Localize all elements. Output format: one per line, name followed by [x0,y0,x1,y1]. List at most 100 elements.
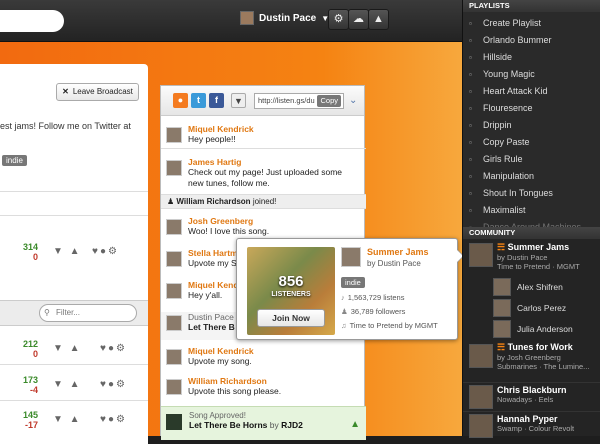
divider [0,215,148,216]
leave-broadcast-label: Leave Broadcast [72,87,133,96]
followers-stat: ♟ 36,789 followers [341,307,406,316]
filter-input[interactable]: ⚲ Filter... [39,304,137,322]
playlist-item[interactable]: ▫ Maximalist [463,202,600,219]
chat-message: William Richardson Upvote this song pleas… [161,376,366,397]
broadcast-avatar [341,247,361,267]
community-panel: COMMUNITY ☴ Summer Jams by Dustin Pace T… [463,227,600,438]
vote-actions[interactable]: ▼ ▲ [53,343,82,354]
divider [161,148,366,149]
search-input[interactable] [0,10,64,32]
avatar [469,243,493,267]
avatar [493,278,511,296]
playlist-item[interactable]: ▫ Create Playlist [463,15,600,32]
top-bar: Dustin Pace ▼ ⚙ ☁ ▲ [0,0,462,42]
twitter-icon[interactable]: t [191,93,206,108]
avatar [166,379,182,395]
playlist-item[interactable]: ▫ Copy Paste [463,134,600,151]
vote-actions[interactable]: ▼ ▲ [53,246,82,257]
join-now-button[interactable]: Join Now [257,309,325,327]
chat-message: Josh Greenberg Woo! I love this song. [161,216,366,237]
avatar [469,414,493,438]
community-user[interactable]: Hannah Pyper Swamp · Colour Revolt [463,411,600,438]
share-bar: ● t f ▼ http://listen.gs/du Copy ⌄ [161,86,364,116]
playlist-icon: ▫ [469,70,472,79]
listen-share-icon[interactable]: ● [173,93,188,108]
community-member[interactable]: Alex Shifren [493,276,563,298]
thumbs-up-icon[interactable]: ▲ [350,419,360,430]
playlist-item[interactable]: ▫ Heart Attack Kid [463,83,600,100]
more-dropdown-icon[interactable]: ▼ [231,93,246,108]
playlist-item[interactable]: ▫ Girls Rule [463,151,600,168]
vote-actions[interactable]: ▼ ▲ [53,414,82,425]
vote-count: 173 -4 [22,375,38,395]
broadcast-icon: ☴ [497,342,508,352]
playlist-item[interactable]: ▫ Shout In Tongues [463,185,600,202]
playlist-item[interactable]: ▫ Manipulation [463,168,600,185]
playlist-icon: ▫ [469,19,472,28]
vote-count: 145 -17 [22,410,38,430]
playlist-icon: ▫ [469,138,472,147]
song-approved-message: Song Approved! Let There Be Horns by RJD… [161,406,366,440]
copy-button[interactable]: Copy [317,95,341,107]
community-heading: COMMUNITY [463,227,600,239]
sidebar: PLAYLISTS ▫ Create Playlist ▫ Orlando Bumm… [462,0,600,438]
user-name: Dustin Pace [259,12,317,24]
playlist-icon: ▫ [469,155,472,164]
people-icon: ♟ [341,307,348,316]
avatar [469,344,493,368]
search-icon: ⚲ [44,308,50,317]
close-icon: ✕ [62,87,69,96]
album-art [166,414,182,430]
avatar [166,160,182,176]
avatar [166,283,182,299]
headphones-icon: ♪ [341,293,345,302]
user-avatar [240,11,254,25]
cloud-icon[interactable]: ☁ [348,9,369,30]
broadcast-title[interactable]: Summer Jams [367,247,429,257]
row-actions[interactable]: ♥●⚙ [100,379,127,390]
row-actions[interactable]: ♥●⚙ [100,414,127,425]
community-member[interactable]: Carlos Perez [493,297,566,319]
playlist-icon: ▫ [469,104,472,113]
avatar [493,299,511,317]
lamp-icon[interactable]: ▲ [368,9,389,30]
playlist-icon: ▫ [469,121,472,130]
community-broadcast[interactable]: ☴ Tunes for Work by Josh Greenberg Subma… [463,342,600,380]
community-user[interactable]: Chris Blackburn Nowadays · Eels [463,382,600,410]
playlist-item[interactable]: ▫ Drippin [463,117,600,134]
broadcast-description: est jams! Follow me on Twitter at [0,121,131,131]
playlist-item[interactable]: ▫ Hillside [463,49,600,66]
playlist-item[interactable]: ▫ Orlando Bummer [463,32,600,49]
avatar [166,219,182,235]
genre-tag[interactable]: indie [2,155,27,166]
divider [0,364,148,365]
playlist-icon: ▫ [469,36,472,45]
vote-actions[interactable]: ▼ ▲ [53,379,82,390]
community-member[interactable]: Julia Anderson [493,318,573,340]
system-message: ♟ William Richardson joined! [161,194,366,209]
facebook-icon[interactable]: f [209,93,224,108]
gear-icon[interactable]: ⚙ [328,9,349,30]
avatar [166,349,182,365]
user-menu[interactable]: Dustin Pace ▼ [240,11,329,25]
playlist-item[interactable]: ▫ Young Magic [463,66,600,83]
playlist-icon: ▫ [469,206,472,215]
row-actions[interactable]: ♥●⚙ [92,246,119,257]
avatar [493,320,511,338]
listeners-label: LISTENERS [271,291,311,298]
divider [0,400,148,401]
playlist-item[interactable]: ▫ Flouresence [463,100,600,117]
genre-tag[interactable]: indie [341,277,365,288]
avatar [166,315,182,331]
music-note-icon: ♫ [341,321,347,330]
leave-broadcast-button[interactable]: ✕ Leave Broadcast [56,83,139,101]
listener-count: 856 [278,273,304,290]
vote-count: 314 0 [22,242,38,262]
collapse-icon[interactable]: ⌄ [349,95,357,106]
avatar [166,251,182,267]
share-url-field[interactable]: http://listen.gs/du Copy [254,93,344,109]
broadcast-art: 856 LISTENERS Join Now [247,247,335,335]
vote-count: 212 0 [22,339,38,359]
playlist-icon: ▫ [469,53,472,62]
row-actions[interactable]: ♥●⚙ [100,343,127,354]
